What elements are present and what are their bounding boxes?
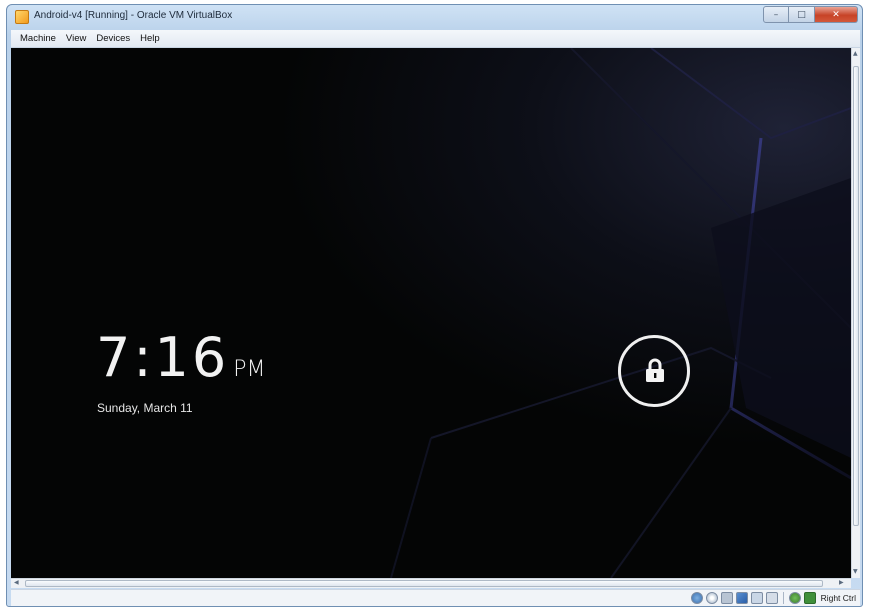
mouse-capture-icon[interactable] [788, 592, 801, 604]
window-controls: – □ ✕ [763, 6, 858, 24]
close-button[interactable]: ✕ [815, 6, 858, 23]
host-key-label: Right Ctrl [820, 593, 856, 603]
vm-display[interactable]: 7:16 PM Sunday, March 11 [11, 48, 851, 578]
network-icon[interactable] [735, 592, 748, 604]
menu-machine[interactable]: Machine [15, 33, 61, 44]
scroll-left-icon[interactable]: ◀ [14, 579, 19, 586]
hard-disk-icon[interactable] [690, 592, 703, 604]
maximize-button[interactable]: □ [789, 6, 815, 23]
horizontal-scroll-thumb[interactable] [25, 580, 823, 587]
unlock-ring[interactable] [618, 335, 690, 407]
optical-drive-icon[interactable] [705, 592, 718, 604]
menu-view[interactable]: View [61, 33, 91, 44]
clock-date: Sunday, March 11 [97, 401, 193, 415]
virtualbox-window: Android-v4 [Running] - Oracle VM Virtual… [6, 4, 863, 607]
horizontal-scrollbar[interactable]: ◀ ▶ [11, 578, 851, 588]
scroll-right-icon[interactable]: ▶ [839, 579, 844, 586]
status-separator [782, 592, 784, 604]
vertical-scroll-thumb[interactable] [853, 66, 859, 526]
shared-folder-icon[interactable] [750, 592, 763, 604]
clock-time: 7:16 [96, 326, 230, 389]
lock-icon [646, 358, 664, 382]
keyboard-capture-icon[interactable] [803, 592, 816, 604]
display-icon[interactable] [765, 592, 778, 604]
status-bar: Right Ctrl [11, 589, 860, 606]
usb-icon[interactable] [720, 592, 733, 604]
scroll-up-icon[interactable]: ▲ [853, 50, 858, 57]
minimize-button[interactable]: – [763, 6, 789, 23]
device-status-icons: Right Ctrl [690, 592, 856, 604]
title-bar[interactable]: Android-v4 [Running] - Oracle VM Virtual… [7, 5, 862, 29]
menu-bar: Machine View Devices Help [11, 30, 860, 48]
scroll-down-icon[interactable]: ▼ [853, 568, 858, 575]
virtualbox-app-icon [15, 10, 29, 24]
lockscreen-clock: 7:16 PM [96, 326, 266, 389]
menu-devices[interactable]: Devices [91, 33, 135, 44]
vertical-scrollbar[interactable]: ▲ ▼ [851, 48, 860, 578]
lockscreen-wallpaper [11, 48, 851, 578]
clock-ampm: PM [233, 357, 266, 382]
menu-help[interactable]: Help [135, 33, 165, 44]
window-title: Android-v4 [Running] - Oracle VM Virtual… [34, 10, 233, 21]
